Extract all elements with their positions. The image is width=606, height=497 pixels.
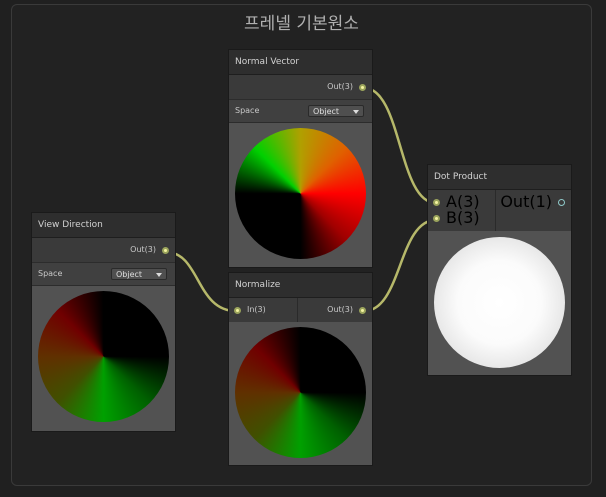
- output-port-dot[interactable]: [162, 246, 169, 254]
- space-row: Space Object: [229, 99, 372, 123]
- preview-area: [229, 322, 372, 465]
- node-normal-vector[interactable]: Normal Vector Out(3) Space Object: [229, 50, 372, 267]
- space-value: Object: [313, 107, 340, 116]
- space-value: Object: [116, 270, 143, 279]
- port-label: Out(3): [327, 305, 353, 314]
- preview-sphere: [38, 291, 169, 422]
- node-title[interactable]: Dot Product: [428, 165, 571, 190]
- node-title[interactable]: View Direction: [32, 213, 175, 238]
- inputs-column: A(3) B(3): [428, 190, 496, 231]
- output-port-row: Out(3): [32, 238, 175, 262]
- input-b-row: B(3): [433, 206, 480, 230]
- node-dot-product[interactable]: Dot Product A(3) B(3) Out(1): [428, 165, 571, 375]
- preview-sphere: [235, 128, 366, 259]
- preview-sphere: [235, 327, 366, 458]
- input-port-dot[interactable]: [433, 198, 440, 206]
- output-row: Out(1): [500, 190, 565, 214]
- input-port-dot[interactable]: [234, 306, 241, 314]
- preview-area: [428, 231, 571, 375]
- space-dropdown[interactable]: Object: [111, 268, 167, 280]
- node-normalize[interactable]: Normalize In(3) Out(3): [229, 273, 372, 465]
- space-label: Space: [235, 106, 260, 115]
- port-label: In(3): [247, 305, 266, 314]
- wire-view-to-normalize: [165, 250, 237, 313]
- output-port-row: Out(3): [229, 75, 372, 99]
- node-view-direction[interactable]: View Direction Out(3) Space Object: [32, 213, 175, 431]
- space-label: Space: [38, 269, 63, 278]
- preview-sphere: [434, 237, 565, 368]
- port-label: B(3): [446, 208, 480, 227]
- chevron-down-icon: [156, 273, 162, 277]
- port-label: Out(3): [327, 82, 353, 91]
- port-row: In(3) Out(3): [229, 298, 372, 322]
- output-port-dot[interactable]: [359, 306, 366, 314]
- normalize-port-divider: [297, 298, 298, 322]
- wire-normalize-to-dot-b: [363, 218, 437, 313]
- ports-area: A(3) B(3) Out(1): [428, 190, 571, 231]
- output-port-dot[interactable]: [359, 83, 366, 91]
- node-title[interactable]: Normalize: [229, 273, 372, 298]
- wire-normal-to-dot-a: [363, 86, 437, 205]
- preview-area: [229, 123, 372, 267]
- preview-area: [32, 286, 175, 431]
- chevron-down-icon: [353, 110, 359, 114]
- port-label: Out(3): [130, 245, 156, 254]
- space-dropdown[interactable]: Object: [308, 105, 364, 117]
- space-row: Space Object: [32, 262, 175, 286]
- output-port-dot[interactable]: [558, 198, 565, 206]
- node-title[interactable]: Normal Vector: [229, 50, 372, 75]
- port-label: Out(1): [500, 192, 552, 211]
- input-port-dot[interactable]: [433, 214, 440, 222]
